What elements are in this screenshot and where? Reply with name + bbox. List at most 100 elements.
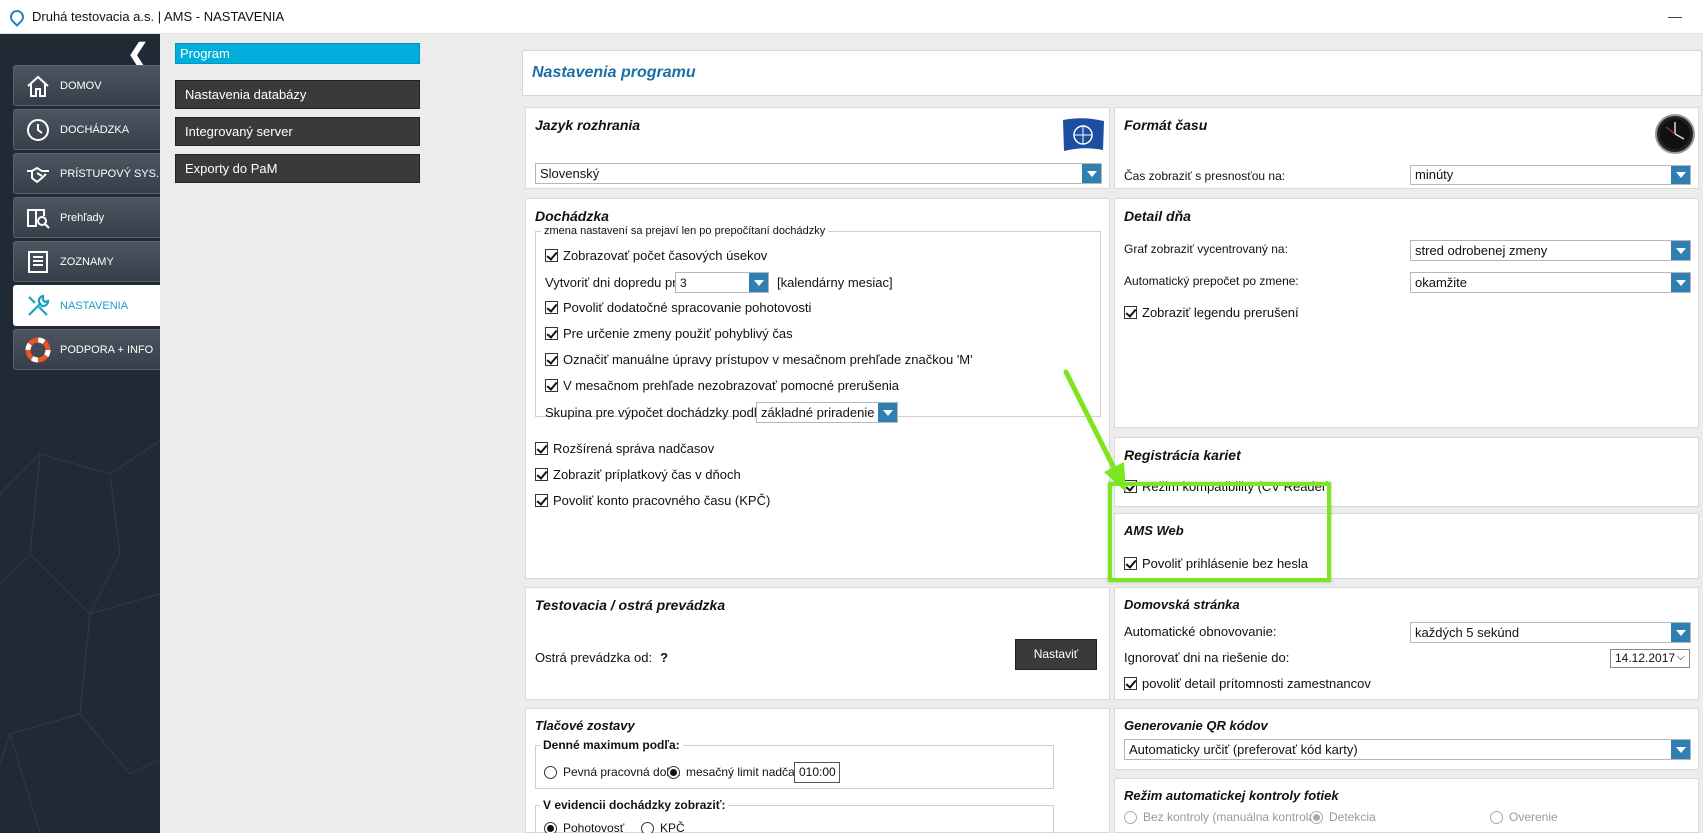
checkbox-show-segments[interactable]: Zobrazovať počet časových úsekov — [545, 248, 767, 263]
chevron-down-icon[interactable] — [1671, 623, 1690, 642]
set-live-button[interactable]: Nastaviť — [1015, 639, 1097, 670]
checkbox-label: Zobraziť legendu prerušení — [1142, 305, 1299, 320]
chevron-down-icon[interactable] — [1671, 740, 1690, 759]
group-label: V evidencii dochádzky zobraziť: — [540, 798, 729, 812]
radio-detection[interactable]: Detekcia — [1310, 810, 1376, 824]
sidebar-item-label: ZOZNAMY — [60, 255, 114, 268]
handshake-icon — [24, 160, 52, 188]
panel-time-format: Formát času Čas zobraziť s presnosťou na… — [1114, 107, 1699, 189]
auto-refresh-value: každých 5 sekúnd — [1415, 625, 1520, 640]
auto-refresh-label: Automatické obnovovanie: — [1124, 624, 1277, 639]
sidebar-item-label: PRÍSTUPOVÝ SYS. — [60, 167, 160, 180]
radio[interactable] — [544, 765, 557, 779]
group-label: Denné maximum podľa: — [540, 738, 683, 752]
panel-title: Dochádzka — [535, 208, 609, 224]
collapse-sidebar-button[interactable]: ❮ — [126, 40, 150, 66]
time-format-label: Čas zobraziť s presnosťou na: — [1124, 169, 1286, 183]
auto-refresh-select[interactable]: každých 5 sekúnd — [1410, 622, 1691, 643]
panel-attendance: Dochádzka zmena nastavení sa prejaví len… — [525, 198, 1110, 579]
language-select[interactable]: Slovenský — [535, 163, 1102, 184]
chevron-down-icon[interactable]: ⌵ — [1677, 649, 1685, 666]
checkbox-flexible-time[interactable]: Pre určenie zmeny použiť pohyblivý čas — [545, 326, 793, 341]
radio[interactable] — [544, 821, 557, 833]
checkbox[interactable] — [545, 249, 558, 262]
group-calc-value: základné priradenie — [761, 405, 875, 420]
page-title: Nastavenia programu — [532, 64, 696, 81]
radio[interactable] — [1310, 810, 1323, 824]
checkbox-surcharge[interactable]: Zobraziť príplatkový čas v dňoch — [535, 467, 741, 482]
create-days-select[interactable]: 3 — [675, 272, 769, 293]
panel-photo-check: Režim automatickej kontroly fotiek Bez k… — [1114, 778, 1699, 833]
ignore-days-date-picker[interactable]: 14.12.2017 ⌵ — [1610, 649, 1690, 668]
checkbox[interactable] — [1124, 677, 1137, 690]
radio[interactable] — [1490, 810, 1503, 824]
sidebar-item-nastavenia[interactable]: NASTAVENIA — [13, 285, 160, 326]
clock-icon — [1655, 114, 1695, 154]
panel-title: Režim automatickej kontroly fotiek — [1124, 788, 1339, 803]
monthly-limit-input[interactable]: 010:00 — [794, 762, 840, 783]
checkbox[interactable] — [535, 494, 548, 507]
checkbox[interactable] — [545, 327, 558, 340]
checkbox-hide-breaks[interactable]: V mesačnom prehľade nezobrazovať pomocné… — [545, 378, 899, 393]
checkbox[interactable] — [1124, 306, 1137, 319]
qr-mode-value: Automaticky určiť (preferovať kód karty) — [1129, 742, 1358, 757]
chevron-down-icon[interactable] — [1082, 164, 1101, 183]
un-flag-icon — [1063, 118, 1104, 151]
chevron-down-icon[interactable] — [1671, 273, 1690, 292]
menu-item-exporty-do-pam[interactable]: Exporty do PaM — [175, 154, 420, 183]
checkbox-label: Zobrazovať počet časových úsekov — [563, 248, 768, 263]
checkbox[interactable] — [545, 353, 558, 366]
radio-fixed-time[interactable]: Pevná pracovná doba — [544, 765, 680, 779]
chevron-down-icon[interactable] — [1671, 166, 1690, 184]
radio[interactable] — [641, 821, 654, 833]
sidebar-item-zoznamy[interactable]: ZOZNAMY — [13, 241, 160, 282]
menu-item-integrovany-server[interactable]: Integrovaný server — [175, 117, 420, 146]
chevron-down-icon[interactable] — [749, 273, 768, 292]
sidebar-item-podpora-info[interactable]: PODPORA + INFO — [13, 329, 160, 370]
checkbox-label: Povoliť dodatočné spracovanie pohotovost… — [563, 300, 812, 315]
checkbox[interactable] — [545, 301, 558, 314]
time-format-select[interactable]: minúty — [1410, 165, 1691, 185]
sidebar-item-domov[interactable]: DOMOV — [13, 65, 160, 106]
radio-label: mesačný limit nadčasu: — [686, 765, 811, 779]
checkbox[interactable] — [535, 468, 548, 481]
checkbox[interactable] — [535, 442, 548, 455]
radio[interactable] — [1124, 810, 1137, 824]
checkbox-presence-detail[interactable]: povoliť detail prítomnosti zamestnancov — [1124, 676, 1371, 691]
checkbox-legend[interactable]: Zobraziť legendu prerušení — [1124, 305, 1299, 320]
radio-verification[interactable]: Overenie — [1490, 810, 1558, 824]
book-search-icon — [24, 204, 52, 232]
minimize-button[interactable]: — — [1667, 8, 1683, 24]
radio-no-check[interactable]: Bez kontroly (manuálna kontrola) — [1124, 810, 1319, 824]
panel-language: Jazyk rozhrania Slovenský — [525, 107, 1110, 189]
graph-center-select[interactable]: stred odrobenej zmeny — [1410, 240, 1691, 261]
sidebar-item-dochadzka[interactable]: DOCHÁDZKA — [13, 109, 160, 150]
checkbox-allow-standby[interactable]: Povoliť dodatočné spracovanie pohotovost… — [545, 300, 811, 315]
sidebar-item-pristupovy-sys[interactable]: PRÍSTUPOVÝ SYS. — [13, 153, 160, 194]
radio[interactable] — [667, 765, 680, 779]
checkbox-mark-manual[interactable]: Označiť manuálne úpravy prístupov v mesa… — [545, 352, 973, 367]
radio-standby[interactable]: Pohotovosť — [544, 821, 624, 833]
sidebar-item-label: DOCHÁDZKA — [60, 123, 130, 136]
checkbox-label: Povoliť konto pracovného času (KPČ) — [553, 493, 771, 508]
radio-kpc[interactable]: KPČ — [641, 821, 685, 833]
panel-title: Registrácia kariet — [1124, 447, 1241, 463]
checkbox-kpc[interactable]: Povoliť konto pracovného času (KPČ) — [535, 493, 770, 508]
checkbox-overtime[interactable]: Rozšírená správa nadčasov — [535, 441, 714, 456]
radio-monthly-limit[interactable]: mesačný limit nadčasu: — [667, 765, 811, 779]
checkbox-label: Rozšírená správa nadčasov — [553, 441, 715, 456]
ignore-days-value: 14.12.2017 — [1615, 651, 1676, 665]
qr-mode-select[interactable]: Automaticky určiť (preferovať kód karty) — [1124, 739, 1691, 760]
menu-item-program[interactable]: Program — [175, 43, 420, 64]
group-calc-label: Skupina pre výpočet dochádzky podľa: — [545, 405, 769, 420]
recalc-value: okamžite — [1415, 275, 1468, 290]
chevron-down-icon[interactable] — [1671, 241, 1690, 260]
recalc-select[interactable]: okamžite — [1410, 272, 1691, 293]
chevron-down-icon[interactable] — [878, 403, 897, 422]
group-calc-select[interactable]: základné priradenie — [756, 402, 898, 423]
panel-title: Generovanie QR kódov — [1124, 718, 1268, 733]
checkbox[interactable] — [545, 379, 558, 392]
menu-item-nastavenia-databazy[interactable]: Nastavenia databázy — [175, 80, 420, 109]
radio-label: Detekcia — [1329, 810, 1376, 824]
sidebar-item-prehlady[interactable]: Prehľady — [13, 197, 160, 238]
